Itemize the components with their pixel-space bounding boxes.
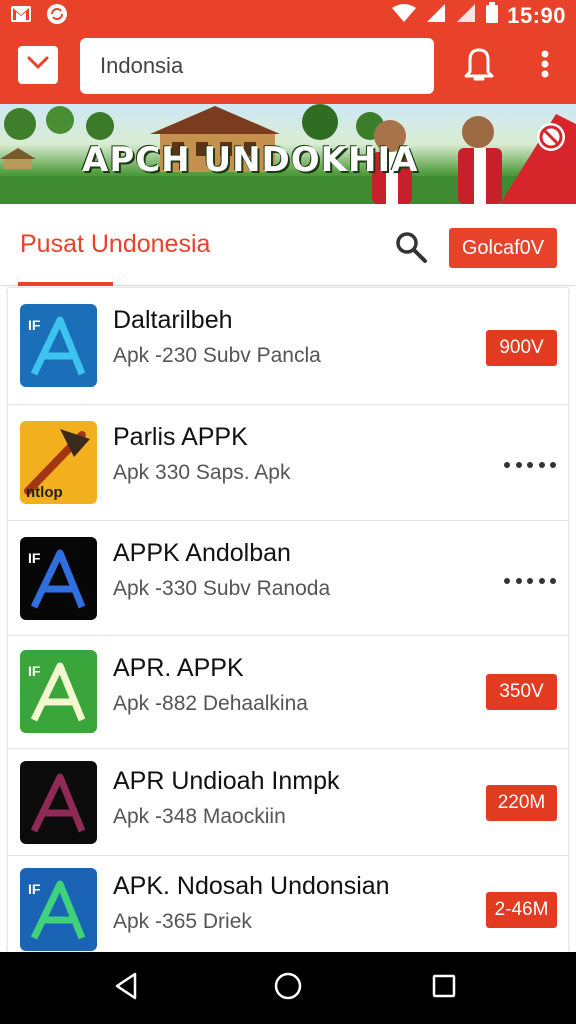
header-action-button[interactable]: Golcaf0V <box>449 228 557 268</box>
app-meta: Apk -365 Driek <box>113 910 252 933</box>
gmail-icon <box>10 3 32 25</box>
svg-text:IF: IF <box>28 663 41 679</box>
svg-text:IF: IF <box>28 317 41 333</box>
search-input[interactable]: Indonsia <box>80 38 434 94</box>
app-name: APR. APPK <box>113 654 244 682</box>
bell-icon <box>462 46 496 87</box>
chevron-down-icon <box>26 55 50 76</box>
app-meta: Apk -230 Subv Pancla <box>113 344 321 367</box>
wifi-icon <box>391 3 417 28</box>
size-badge[interactable]: 220M <box>486 785 557 821</box>
app-name: APR Undioah Inmpk <box>113 767 340 795</box>
home-button[interactable] <box>268 970 308 1006</box>
list-item[interactable]: IF Daltarilbeh Apk -230 Subv Pancla 900V <box>8 288 568 405</box>
more-options-button[interactable] <box>504 455 556 475</box>
app-icon: ntlop <box>20 421 97 504</box>
svg-text:IF: IF <box>28 881 41 897</box>
size-badge[interactable]: 2-46M <box>486 892 557 928</box>
search-button[interactable] <box>394 230 430 266</box>
app-meta: Apk -882 Dehaalkina <box>113 692 308 715</box>
signal-icon <box>455 3 477 28</box>
size-badge[interactable]: 900V <box>486 330 557 366</box>
status-bar: 15:90 <box>0 0 576 28</box>
app-meta: Apk -330 Subv Ranoda <box>113 577 331 600</box>
signal-icon <box>425 3 447 28</box>
app-name: APK. Ndosah Undonsian <box>113 872 390 900</box>
home-circle-icon <box>273 971 303 1006</box>
svg-text:IF: IF <box>28 550 41 566</box>
dropdown-menu-button[interactable] <box>18 46 58 84</box>
app-name: APPK Andolban <box>113 539 291 567</box>
section-header: Pusat Undonesia Golcaf0V <box>0 204 576 286</box>
battery-icon <box>485 2 499 29</box>
banner-title: APCH UNDOKHIA <box>82 140 419 180</box>
app-icon: IF <box>20 537 97 620</box>
app-icon: IF <box>20 650 97 733</box>
notifications-button[interactable] <box>460 46 498 86</box>
app-icon: IF <box>20 868 97 951</box>
back-triangle-icon <box>113 971 139 1006</box>
list-item[interactable]: IF APK. Ndosah Undonsian Apk -365 Driek … <box>8 856 568 952</box>
search-icon <box>394 232 428 268</box>
app-list: IF Daltarilbeh Apk -230 Subv Pancla 900V… <box>8 288 568 952</box>
system-nav-bar <box>0 952 576 1024</box>
more-vertical-icon <box>541 50 549 83</box>
size-badge[interactable]: 350V <box>486 674 557 710</box>
app-meta: Apk 330 Saps. Apk <box>113 461 291 484</box>
status-time: 15:90 <box>507 2 566 28</box>
back-button[interactable] <box>106 970 146 1006</box>
tab-pusat[interactable]: Pusat Undonesia <box>20 230 210 259</box>
sync-icon <box>46 3 68 25</box>
tab-indicator <box>18 282 113 286</box>
recents-button[interactable] <box>424 970 464 1006</box>
toolbar: Indonsia <box>0 28 576 104</box>
recents-square-icon <box>431 973 457 1004</box>
svg-text:ntlop: ntlop <box>26 484 63 501</box>
app-name: Parlis APPK <box>113 423 248 451</box>
list-item[interactable]: ntlop Parlis APPK Apk 330 Saps. Apk <box>8 405 568 521</box>
app-meta: Apk -348 Maockiin <box>113 805 286 828</box>
more-options-button[interactable] <box>504 571 556 591</box>
app-icon: IF <box>20 304 97 387</box>
promo-banner[interactable]: APCH UNDOKHIA <box>0 104 576 204</box>
app-icon <box>20 761 97 844</box>
overflow-menu-button[interactable] <box>530 46 560 86</box>
list-item[interactable]: APR Undioah Inmpk Apk -348 Maockiin 220M <box>8 749 568 856</box>
list-item[interactable]: IF APR. APPK Apk -882 Dehaalkina 350V <box>8 636 568 749</box>
app-name: Daltarilbeh <box>113 306 233 334</box>
list-item[interactable]: IF APPK Andolban Apk -330 Subv Ranoda <box>8 521 568 636</box>
